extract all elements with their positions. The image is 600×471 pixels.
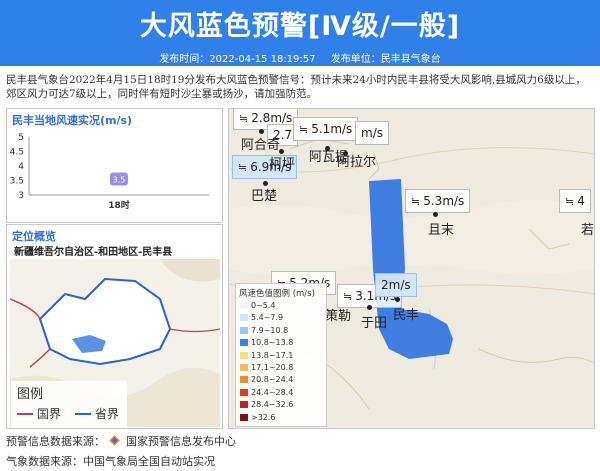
minimap-legend-title: 图例: [17, 387, 44, 402]
place-label: 于田: [361, 316, 388, 331]
color-legend-label: >32.6: [251, 412, 276, 422]
wind-icon: ≒: [239, 112, 249, 125]
place-label: 巴楚: [251, 189, 278, 204]
minimap-legend: 图例 国界 省界: [11, 381, 127, 427]
place-label: 若: [581, 223, 595, 238]
place-label: 民丰: [393, 308, 420, 323]
warning-title: 大风蓝色预警[Ⅳ级/一般]: [139, 11, 461, 42]
color-legend-label: 10.8~13.8: [251, 338, 294, 348]
legend-label: 省界: [94, 407, 119, 421]
early-warning-center-icon: [108, 435, 120, 446]
warning-description: 民丰县气象台2022年4月15日18时19分发布大风蓝色预警信号：预计未来24小…: [6, 74, 586, 100]
color-swatch: [240, 401, 248, 409]
warning-banner: 大风蓝色预警[Ⅳ级/一般] 发布时间：2022-04-15 18:19:57 发…: [0, 0, 600, 66]
color-legend-row: >32.6: [240, 413, 276, 423]
wind-map[interactable]: ≒ 2.8m/s 2.7 ≒ 5.1m/s m/s ≒ 6.9m/s ≒ 5.3m/s …: [228, 108, 595, 429]
publish-unit: 发布单位：民丰县气象台: [330, 54, 441, 65]
color-legend-label: 24.4~28.4: [251, 387, 294, 397]
location-panel-title: 定位概览: [12, 230, 56, 243]
wind-icon: ≒: [411, 195, 421, 208]
color-legend-label: 5.4~7.9: [251, 313, 284, 323]
wind-label[interactable]: ≒ 4: [559, 189, 591, 213]
city-dot: [433, 212, 438, 217]
color-legend-row: 10.8~13.8: [240, 338, 293, 348]
wind-speed-chart: 5 4.5 4 3.5 3 18时 3.5: [10, 133, 209, 211]
place-label: 且末: [428, 223, 455, 238]
place-label: 阿拉尔: [337, 155, 377, 170]
wind-label[interactable]: m/s: [355, 121, 389, 145]
color-legend-label: 20.8~24.4: [251, 375, 294, 385]
color-swatch: [240, 376, 248, 384]
color-swatch: [240, 351, 248, 359]
legend-label: 国界: [36, 407, 61, 421]
wind-label[interactable]: ≒ 5.3m/s: [405, 189, 471, 213]
wind-icon: ≒: [299, 123, 309, 136]
warning-meta: 发布时间：2022-04-15 18:19:57 发布单位：民丰县气象台: [0, 50, 600, 65]
wind-icon: ≒: [343, 290, 353, 303]
color-swatch: [240, 364, 248, 371]
color-legend-row: 24.4~28.4: [240, 388, 293, 398]
color-swatch: [240, 314, 248, 322]
color-legend-row: 5.4~7.9: [240, 313, 283, 323]
color-legend-row: 0~5.4: [240, 301, 276, 311]
place-label: 策勒: [325, 309, 352, 324]
color-legend-row: 20.8~24.4: [240, 375, 293, 385]
color-legend-row: 17.1~20.8: [240, 363, 293, 373]
warning-source-line: 预警信息数据来源： 国家预警信息发布中心: [6, 433, 236, 449]
y-tick-label: 4: [18, 162, 24, 172]
wind-icon: ≒: [238, 161, 248, 174]
location-panel: 定位概览 新疆维吾尔自治区-和田地区-民丰县 图例 国界 省界: [6, 224, 223, 429]
color-swatch: [240, 302, 248, 309]
color-swatch: [240, 339, 248, 347]
color-legend-title: 风速色值图例 (m/s): [239, 289, 315, 299]
x-tick-label: 18时: [108, 199, 130, 211]
y-tick-label: 5: [18, 133, 24, 143]
color-legend-label: 28.4~32.6: [251, 400, 294, 410]
color-legend-label: 13.8~17.1: [251, 350, 294, 360]
legend-item-province-border: 省界: [75, 405, 119, 422]
publish-time: 发布时间：2022-04-15 18:19:57: [159, 54, 316, 65]
y-tick-label: 3.5: [10, 177, 24, 187]
color-legend-row: 28.4~32.6: [240, 400, 293, 410]
color-swatch: [240, 388, 248, 396]
color-swatch: [240, 413, 248, 421]
wind-icon: ≒: [565, 195, 575, 208]
wind-speed-panel: 民丰当地风速实况(m/s) 5 4.5 4 3.5 3 18时 3.5: [6, 108, 223, 223]
wind-speed-color-legend: 风速色值图例 (m/s) 0~5.4 5.4~7.9 7.9~10.8 10.8~13…: [235, 283, 327, 427]
legend-item-national-border: 国界: [17, 405, 61, 422]
place-label: 阿合奇: [241, 138, 281, 153]
color-legend-row: 7.9~10.8: [240, 326, 288, 336]
place-label: 柯坪: [269, 157, 296, 172]
color-legend-row: 13.8~17.1: [240, 351, 293, 361]
province-border-swatch: [75, 413, 91, 415]
y-tick-label: 3: [18, 191, 24, 201]
city-dot: [367, 305, 372, 310]
data-label: 3.5: [113, 176, 126, 185]
color-legend-label: 0~5.4: [251, 301, 276, 310]
wind-label[interactable]: ≒ 5.1m/s: [293, 117, 359, 141]
color-legend-label: 7.9~10.8: [251, 325, 289, 335]
weather-source-line: 气象数据来源：中国气象局全国自动站实况: [6, 455, 215, 468]
y-tick-label: 4.5: [10, 148, 24, 158]
wind-label[interactable]: 2m/s: [375, 273, 417, 297]
city-dot: [395, 297, 400, 302]
color-legend-label: 17.1~20.8: [251, 363, 294, 372]
location-region: 新疆维吾尔自治区-和田地区-民丰县: [14, 247, 173, 258]
color-swatch: [240, 326, 248, 334]
warning-source-name[interactable]: 国家预警信息发布中心: [126, 435, 236, 448]
national-border-swatch: [17, 413, 33, 415]
warning-source-label: 预警信息数据来源：: [6, 435, 105, 448]
